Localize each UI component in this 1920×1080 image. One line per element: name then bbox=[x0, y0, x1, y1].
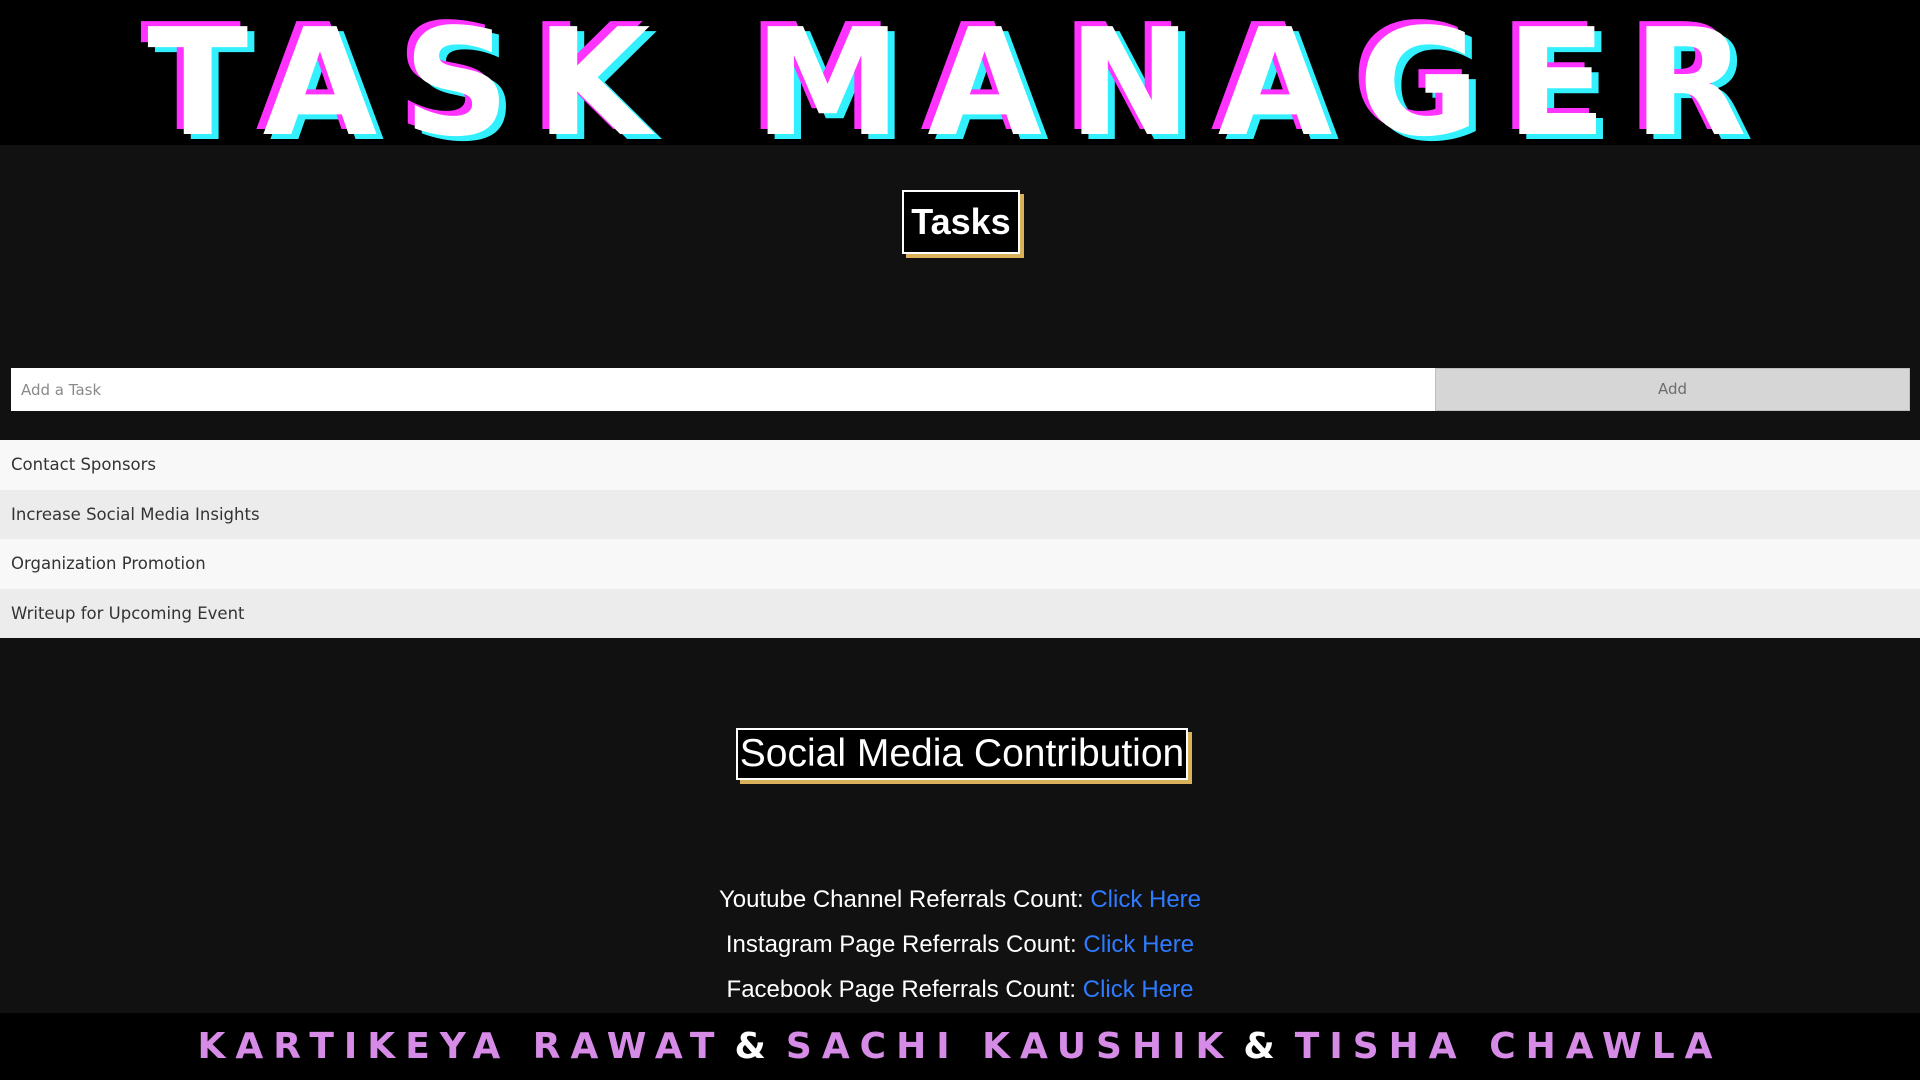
app-title: TASK MANAGER bbox=[147, 0, 1773, 145]
author-name: KARTIKEYA RAWAT bbox=[197, 1026, 725, 1067]
task-item[interactable]: Increase Social Media Insights bbox=[0, 489, 1920, 539]
task-item[interactable]: Writeup for Upcoming Event bbox=[0, 588, 1920, 638]
task-item[interactable]: Organization Promotion bbox=[0, 539, 1920, 589]
referral-list: Youtube Channel Referrals Count: Click H… bbox=[0, 880, 1920, 1015]
footer-credits: KARTIKEYA RAWAT & SACHI KAUSHIK & TISHA CHAW… bbox=[0, 1013, 1920, 1080]
add-task-button[interactable]: Add bbox=[1435, 368, 1910, 411]
task-input[interactable] bbox=[11, 368, 1435, 411]
social-media-heading: Social Media Contribution bbox=[736, 728, 1188, 780]
facebook-referral-row: Facebook Page Referrals Count: Click Her… bbox=[0, 970, 1920, 1015]
youtube-referral-row: Youtube Channel Referrals Count: Click H… bbox=[0, 880, 1920, 925]
tasks-heading: Tasks bbox=[902, 190, 1020, 254]
facebook-referral-link[interactable]: Click Here bbox=[1083, 976, 1194, 1003]
author-separator: & bbox=[734, 1026, 776, 1067]
facebook-referral-label: Facebook Page Referrals Count: bbox=[726, 976, 1077, 1003]
instagram-referral-label: Instagram Page Referrals Count: bbox=[725, 931, 1077, 958]
youtube-referral-link[interactable]: Click Here bbox=[1090, 886, 1201, 913]
task-item[interactable]: Contact Sponsors bbox=[0, 440, 1920, 490]
task-list: Contact Sponsors Increase Social Media I… bbox=[0, 440, 1920, 638]
task-manager-page: TASK MANAGER Tasks Add Contact Sponsors … bbox=[0, 0, 1920, 1080]
header-banner: TASK MANAGER bbox=[0, 0, 1920, 145]
add-task-form: Add bbox=[11, 368, 1910, 411]
author-name: SACHI KAUSHIK bbox=[785, 1026, 1234, 1067]
author-name: TISHA CHAWLA bbox=[1294, 1026, 1723, 1067]
instagram-referral-link[interactable]: Click Here bbox=[1083, 931, 1194, 958]
author-separator: & bbox=[1243, 1026, 1285, 1067]
instagram-referral-row: Instagram Page Referrals Count: Click He… bbox=[0, 925, 1920, 970]
youtube-referral-label: Youtube Channel Referrals Count: bbox=[718, 886, 1084, 913]
